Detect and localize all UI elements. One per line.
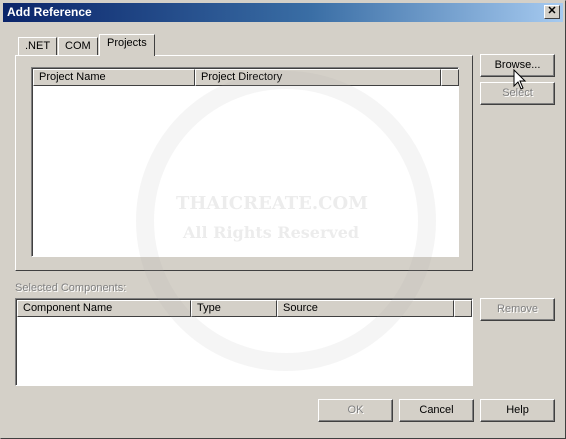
mouse-pointer-icon (513, 69, 527, 90)
column-header-project-name[interactable]: Project Name (33, 69, 195, 86)
remove-button-label: Remove (497, 303, 538, 315)
column-header-project-directory[interactable]: Project Directory (195, 69, 441, 86)
tab-label: COM (65, 40, 91, 52)
selected-components-header: Component Name Type Source (17, 300, 472, 317)
tab-dotnet[interactable]: .NET (18, 37, 58, 56)
column-header-label: Type (197, 302, 221, 314)
close-button[interactable]: ✕ (544, 5, 560, 19)
column-header-label: Component Name (23, 302, 113, 314)
tab-projects[interactable]: Projects (99, 34, 155, 56)
help-button-label: Help (506, 404, 529, 416)
ok-button[interactable]: OK (318, 399, 393, 422)
column-header-label: Project Directory (201, 71, 283, 83)
column-header-filler (441, 69, 459, 86)
column-header-label: Source (283, 302, 318, 314)
tab-com[interactable]: COM (58, 37, 98, 56)
selected-components-label: Selected Components: (15, 282, 127, 294)
selected-components-list[interactable]: Component Name Type Source (15, 298, 473, 386)
tab-label: Projects (107, 37, 147, 49)
add-reference-dialog: Add Reference ✕ .NET COM Projects Projec… (0, 0, 566, 439)
projects-list[interactable]: Project Name Project Directory (31, 67, 459, 257)
projects-tab-panel: Project Name Project Directory (15, 55, 473, 271)
tab-label: .NET (25, 40, 51, 52)
window-title: Add Reference (7, 5, 92, 19)
column-header-filler (454, 300, 472, 317)
title-bar[interactable]: Add Reference ✕ (3, 3, 563, 22)
ok-button-label: OK (347, 404, 364, 416)
column-header-component-name[interactable]: Component Name (17, 300, 191, 317)
projects-list-header: Project Name Project Directory (33, 69, 459, 86)
close-icon: ✕ (547, 5, 557, 17)
column-header-source[interactable]: Source (277, 300, 454, 317)
cancel-button-label: Cancel (419, 404, 454, 416)
remove-button[interactable]: Remove (480, 298, 555, 321)
column-header-label: Project Name (39, 71, 106, 83)
help-button[interactable]: Help (480, 399, 555, 422)
column-header-type[interactable]: Type (191, 300, 277, 317)
cancel-button[interactable]: Cancel (399, 399, 474, 422)
